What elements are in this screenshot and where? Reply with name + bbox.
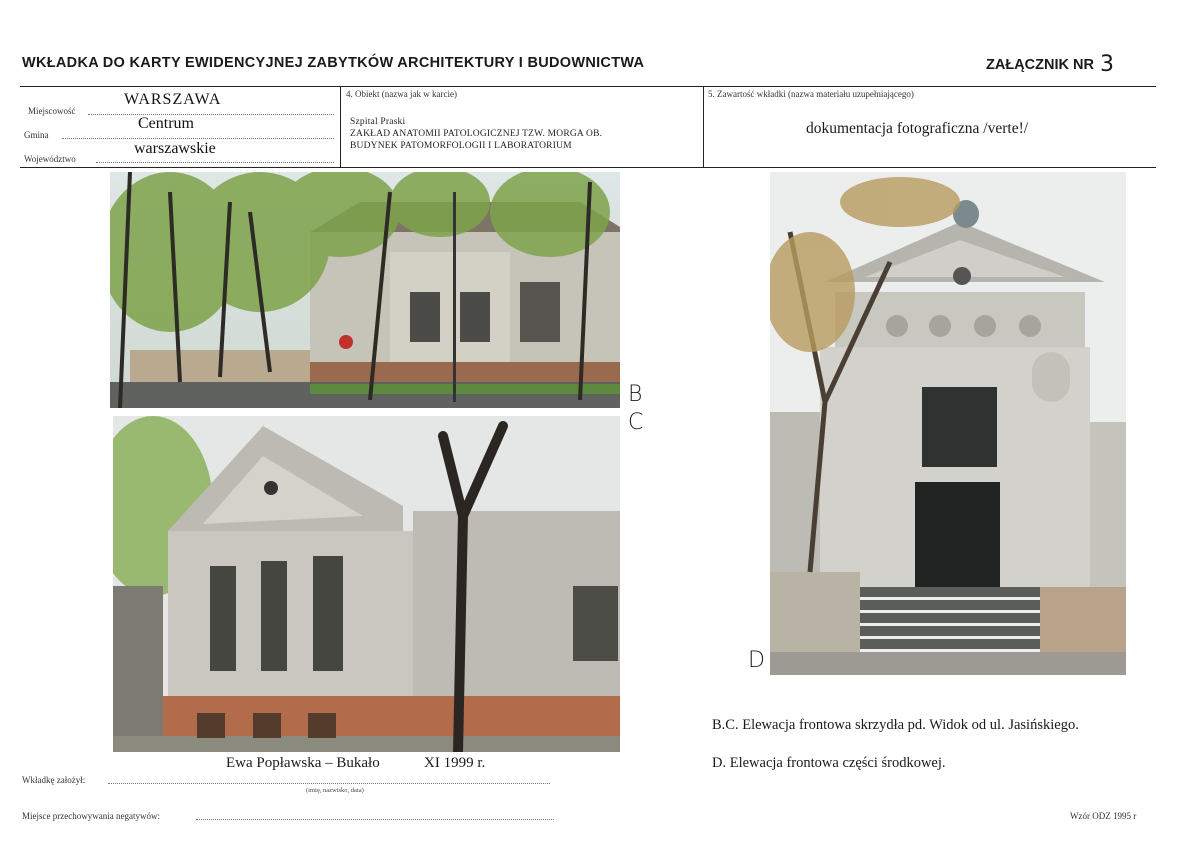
author-date: XI 1999 r.	[424, 755, 486, 771]
photo-c	[113, 416, 620, 752]
miejscowosc-line	[88, 114, 334, 115]
attachment-label: ZAŁĄCZNIK NR 3	[986, 52, 1114, 77]
photo-label-c: C	[628, 410, 644, 435]
form-divider-2	[703, 86, 704, 167]
obiekt-line-2: ZAKŁAD ANATOMII PATOLOGICZNEJ TZW. MORGA…	[350, 129, 603, 139]
caption-bc: B.C. Elewacja frontowa skrzydła pd. Wido…	[712, 717, 1079, 733]
photo-b	[110, 172, 620, 408]
photo-d	[770, 172, 1126, 675]
gmina-label: Gmina	[24, 130, 49, 140]
wojewodztwo-label: Województwo	[24, 154, 76, 164]
form-top-border	[20, 86, 1156, 87]
gmina-value: Centrum	[138, 115, 194, 132]
storage-line	[196, 819, 554, 820]
author-label: Wkładkę założył:	[22, 775, 86, 785]
obiekt-line-3: BUDYNEK PATOMORFOLOGII I LABORATORIUM	[350, 141, 572, 151]
author-line	[108, 783, 550, 784]
storage-label: Miejsce przechowywania negatywów:	[22, 811, 160, 821]
wojewodztwo-line	[96, 162, 334, 163]
gmina-line	[62, 138, 334, 139]
wojewodztwo-value: warszawskie	[134, 140, 216, 157]
zawartosc-label: 5. Zawartość wkładki (nazwa materiału uz…	[708, 89, 914, 99]
miejscowosc-label: Miejscowość	[28, 106, 76, 116]
caption-d: D. Elewacja frontowa części środkowej.	[712, 755, 946, 771]
author-hint: (imię, nazwisko, data)	[306, 787, 364, 794]
template-note: Wzór ODZ 1995 r	[1070, 811, 1137, 821]
zawartosc-value: dokumentacja fotograficzna /verte!/	[806, 120, 1029, 137]
obiekt-line-1: Szpital Praski	[350, 117, 406, 127]
attachment-number: 3	[1099, 52, 1114, 77]
photo-label-b: B	[628, 382, 643, 407]
obiekt-label: 4. Obiekt (nazwa jak w karcie)	[346, 89, 457, 99]
photo-label-d: D	[748, 648, 765, 673]
form-divider-1	[340, 86, 341, 167]
document-title: WKŁADKA DO KARTY EWIDENCYJNEJ ZABYTKÓW A…	[22, 55, 645, 71]
author-name: Ewa Popławska – Bukało	[226, 755, 380, 771]
attachment-label-text: ZAŁĄCZNIK NR	[986, 57, 1094, 73]
miejscowosc-value: WARSZAWA	[124, 91, 222, 108]
form-bottom-border	[20, 167, 1156, 168]
